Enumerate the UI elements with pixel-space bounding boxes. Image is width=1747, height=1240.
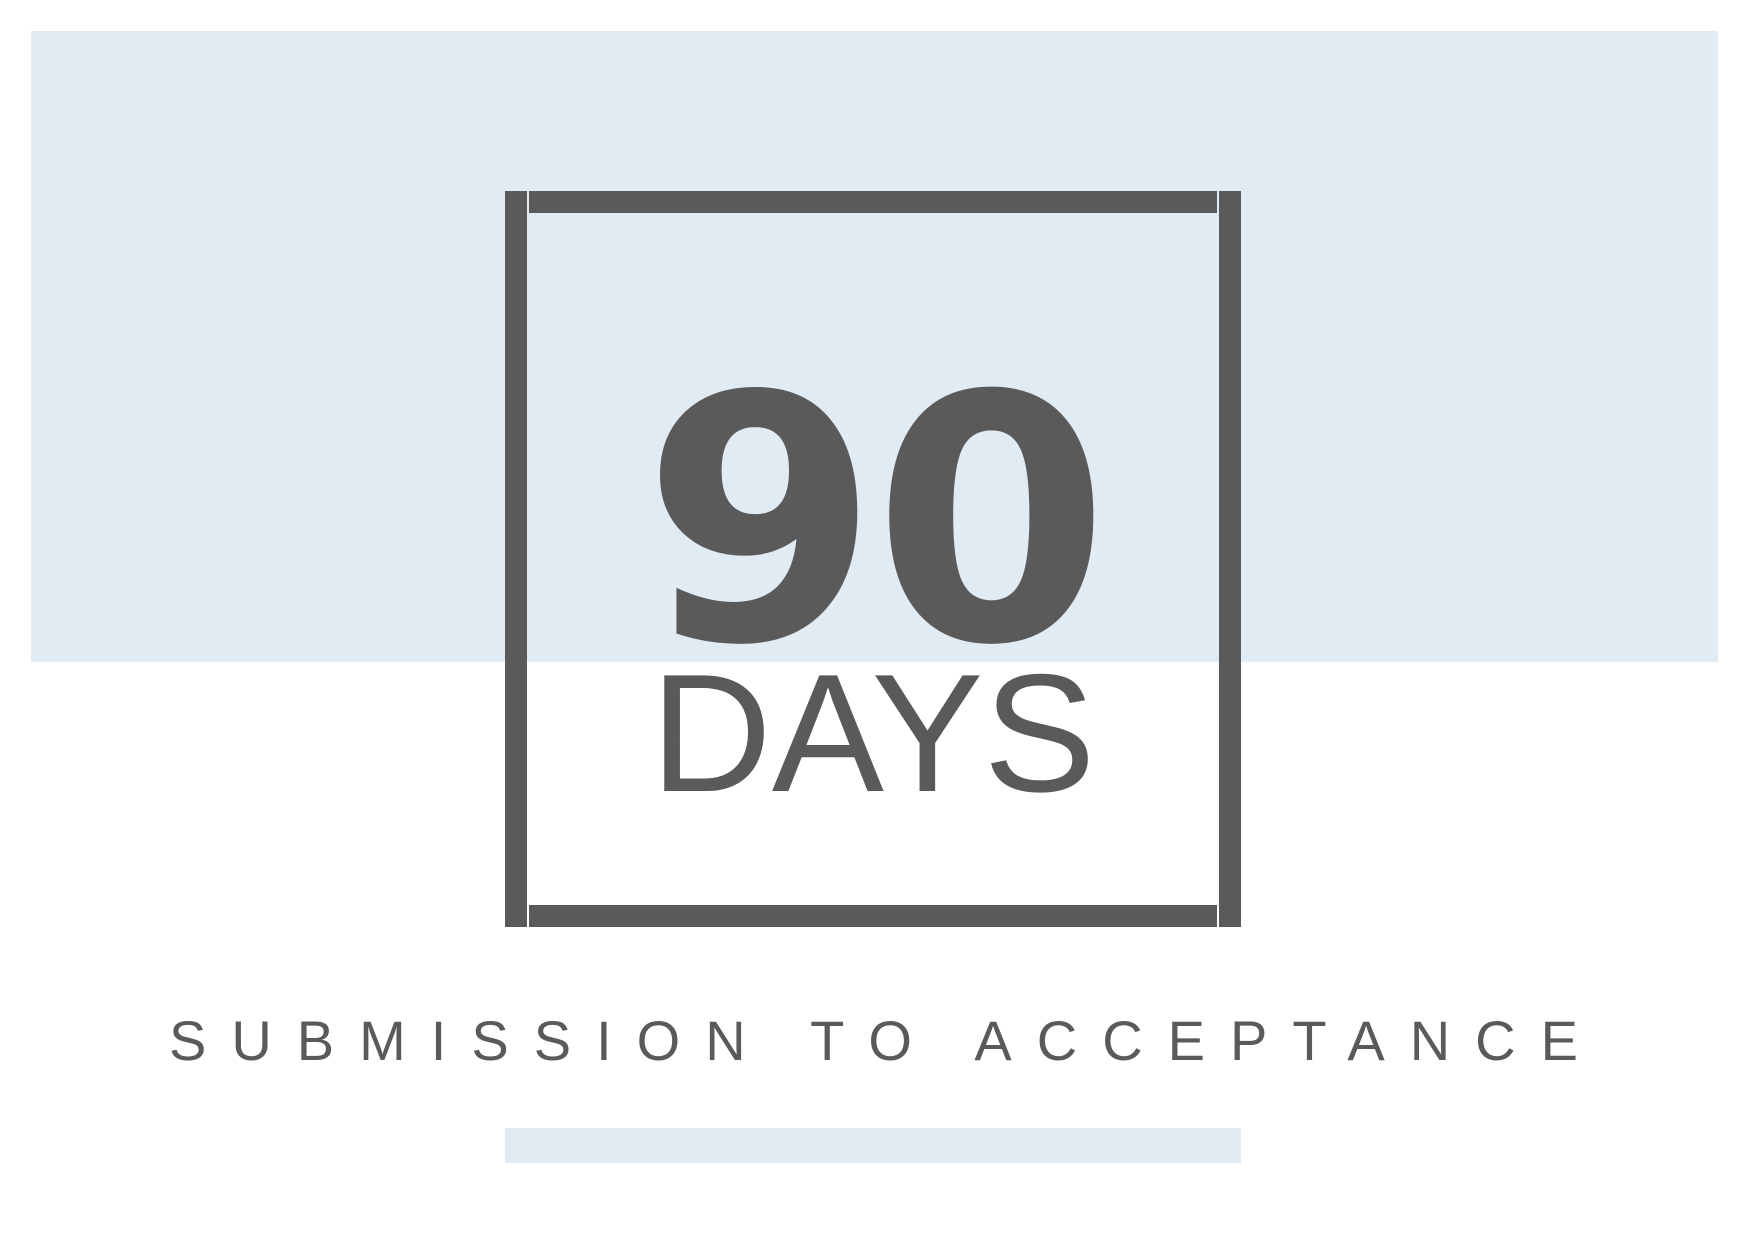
frame-corner (1217, 905, 1241, 927)
stat-unit: DAYS (650, 639, 1096, 827)
stat-card: 90 DAYS SUBMISSION TO ACCEPTANCE (0, 0, 1747, 1240)
accent-bar (505, 1128, 1241, 1163)
frame-corner (505, 191, 529, 213)
frame-corner (505, 905, 529, 927)
frame-corner (1217, 191, 1241, 213)
stat-caption: SUBMISSION TO ACCEPTANCE (169, 1009, 1603, 1072)
